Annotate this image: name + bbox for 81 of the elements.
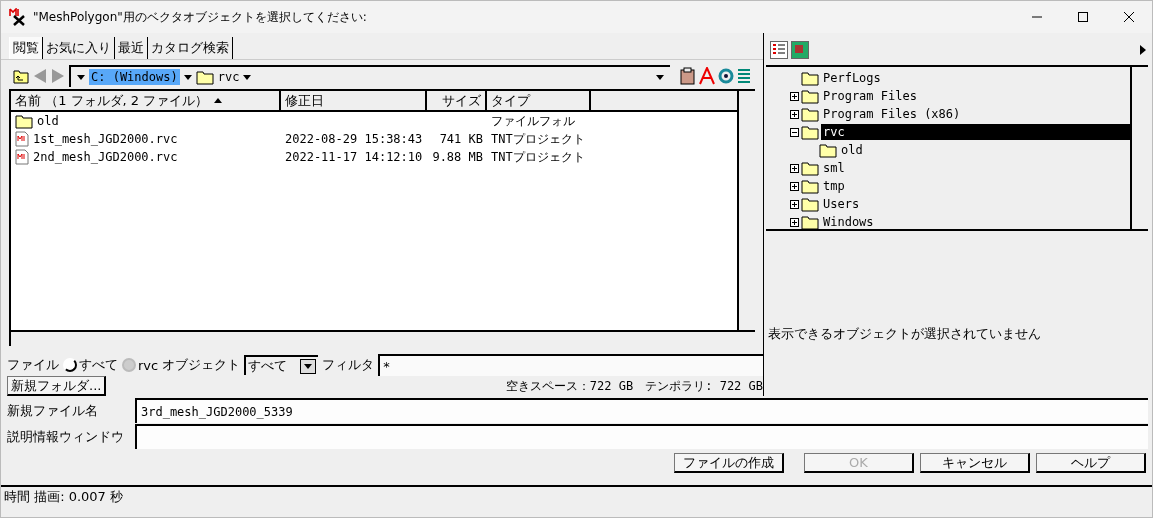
folder-icon [801, 196, 819, 212]
file-label: ファイル [7, 356, 59, 374]
folder-icon [801, 88, 819, 104]
document-icon [15, 131, 29, 148]
modified-cell-text: 2022-08-29 15:38:43 [284, 132, 424, 147]
dialog-button[interactable]: ヘルプ [1036, 453, 1146, 473]
expand-icon[interactable] [790, 181, 799, 191]
tab[interactable]: 閲覧 [9, 37, 43, 59]
column-header[interactable]: サイズ [427, 91, 487, 111]
tree-item[interactable]: Windows [821, 214, 1130, 229]
expand-icon[interactable] [790, 199, 799, 209]
column-header[interactable]: 修正日 [281, 91, 427, 111]
folder-icon [195, 69, 214, 85]
tree-item[interactable]: Program Files (x86) [821, 106, 1130, 122]
file-name-cell[interactable]: 2nd_mesh_JGD2000.rvc [11, 149, 281, 166]
vertical-scrollbar[interactable] [737, 91, 755, 330]
path-combobox[interactable]: C: (Windows) rvc [69, 65, 670, 88]
clipboard-icon[interactable] [680, 67, 696, 86]
column-header[interactable]: タイプ [487, 91, 591, 111]
folder-icon [801, 70, 819, 86]
window-title: "MeshPolygon"用のベクタオブジェクトを選択してください: [33, 8, 368, 26]
document-icon [15, 149, 29, 166]
object-dropdown[interactable]: すべて [244, 355, 319, 375]
field-label: 説明情報ウィンドウ [7, 427, 125, 446]
sort-ascending-icon [214, 98, 223, 104]
list-view-icon[interactable] [770, 41, 788, 59]
folder-up-icon[interactable] [13, 68, 29, 84]
caret-icon[interactable] [77, 74, 85, 80]
free-space-text: 空きスペース：722 GB [505, 377, 634, 395]
size-cell-text: 741 KB [438, 132, 484, 147]
file-name-cell[interactable]: old [11, 113, 281, 129]
caret-icon[interactable] [183, 74, 192, 80]
filter-label: フィルタ [322, 356, 375, 374]
tab[interactable]: 最近 [115, 37, 148, 59]
dialog-button[interactable]: ファイルの作成 [674, 453, 784, 473]
tree-item[interactable]: rvc [821, 124, 1130, 140]
object-label: オブジェクト [162, 356, 241, 374]
dialog-button[interactable]: キャンセル [920, 453, 1030, 473]
caret-icon[interactable] [656, 74, 664, 80]
list-icon[interactable] [737, 67, 751, 86]
input-field[interactable] [135, 424, 1148, 449]
close-icon[interactable] [1124, 12, 1134, 22]
radio-option[interactable]: すべて [63, 356, 118, 374]
refresh-icon[interactable] [718, 67, 734, 86]
tree-item[interactable]: tmp [821, 178, 1130, 194]
size-cell-text: 9.88 MB [431, 150, 484, 165]
app-logo-icon [9, 8, 27, 26]
modified-cell-text: 2022-11-17 14:12:10 [284, 150, 424, 165]
filter-field[interactable]: * [378, 354, 763, 376]
tree-item[interactable]: old [839, 142, 1130, 158]
tree-item[interactable]: PerfLogs [821, 70, 1130, 86]
temporary-space-text: テンポラリ: 722 GB [645, 377, 763, 395]
radio-option[interactable]: rvc [122, 357, 159, 373]
expand-icon[interactable] [790, 109, 799, 119]
expand-icon[interactable] [790, 163, 799, 173]
type-cell-text: TNTプロジェクト [490, 130, 586, 148]
maximize-icon[interactable] [1078, 12, 1088, 22]
caret-icon[interactable] [243, 74, 252, 80]
folder-icon [801, 160, 819, 176]
new-folder-button[interactable]: 新規フォルダ... [7, 376, 107, 396]
status-bar: 時間 描画: 0.007 秒 [1, 485, 1152, 507]
folder-icon [819, 142, 837, 158]
collapse-icon[interactable] [790, 127, 799, 137]
tree-item[interactable]: Program Files [821, 88, 1130, 104]
file-name-cell[interactable]: 1st_mesh_JGD2000.rvc [11, 131, 281, 148]
caret-icon[interactable] [304, 363, 313, 369]
expand-icon[interactable] [790, 217, 799, 227]
input-field[interactable]: 3rd_mesh_JGD2000_5339 [135, 398, 1148, 423]
folder-icon [801, 124, 819, 140]
folder-icon [801, 106, 819, 122]
type-cell-text: TNTプロジェクト [490, 148, 586, 166]
folder-icon [801, 178, 819, 194]
column-header[interactable]: 名前 （1 フォルダ, 2 ファイル） [11, 91, 281, 111]
expand-icon[interactable] [790, 91, 799, 101]
tree-item[interactable]: Users [821, 196, 1130, 212]
no-object-message: 表示できるオブジェクトが選択されていません [768, 325, 1042, 343]
letter-a-icon[interactable] [699, 67, 715, 86]
type-cell-text: ファイルフォル [490, 112, 576, 130]
right-arrow-icon[interactable] [1140, 45, 1146, 55]
field-label: 新規ファイル名 [7, 401, 99, 420]
tree-item[interactable]: sml [821, 160, 1130, 176]
